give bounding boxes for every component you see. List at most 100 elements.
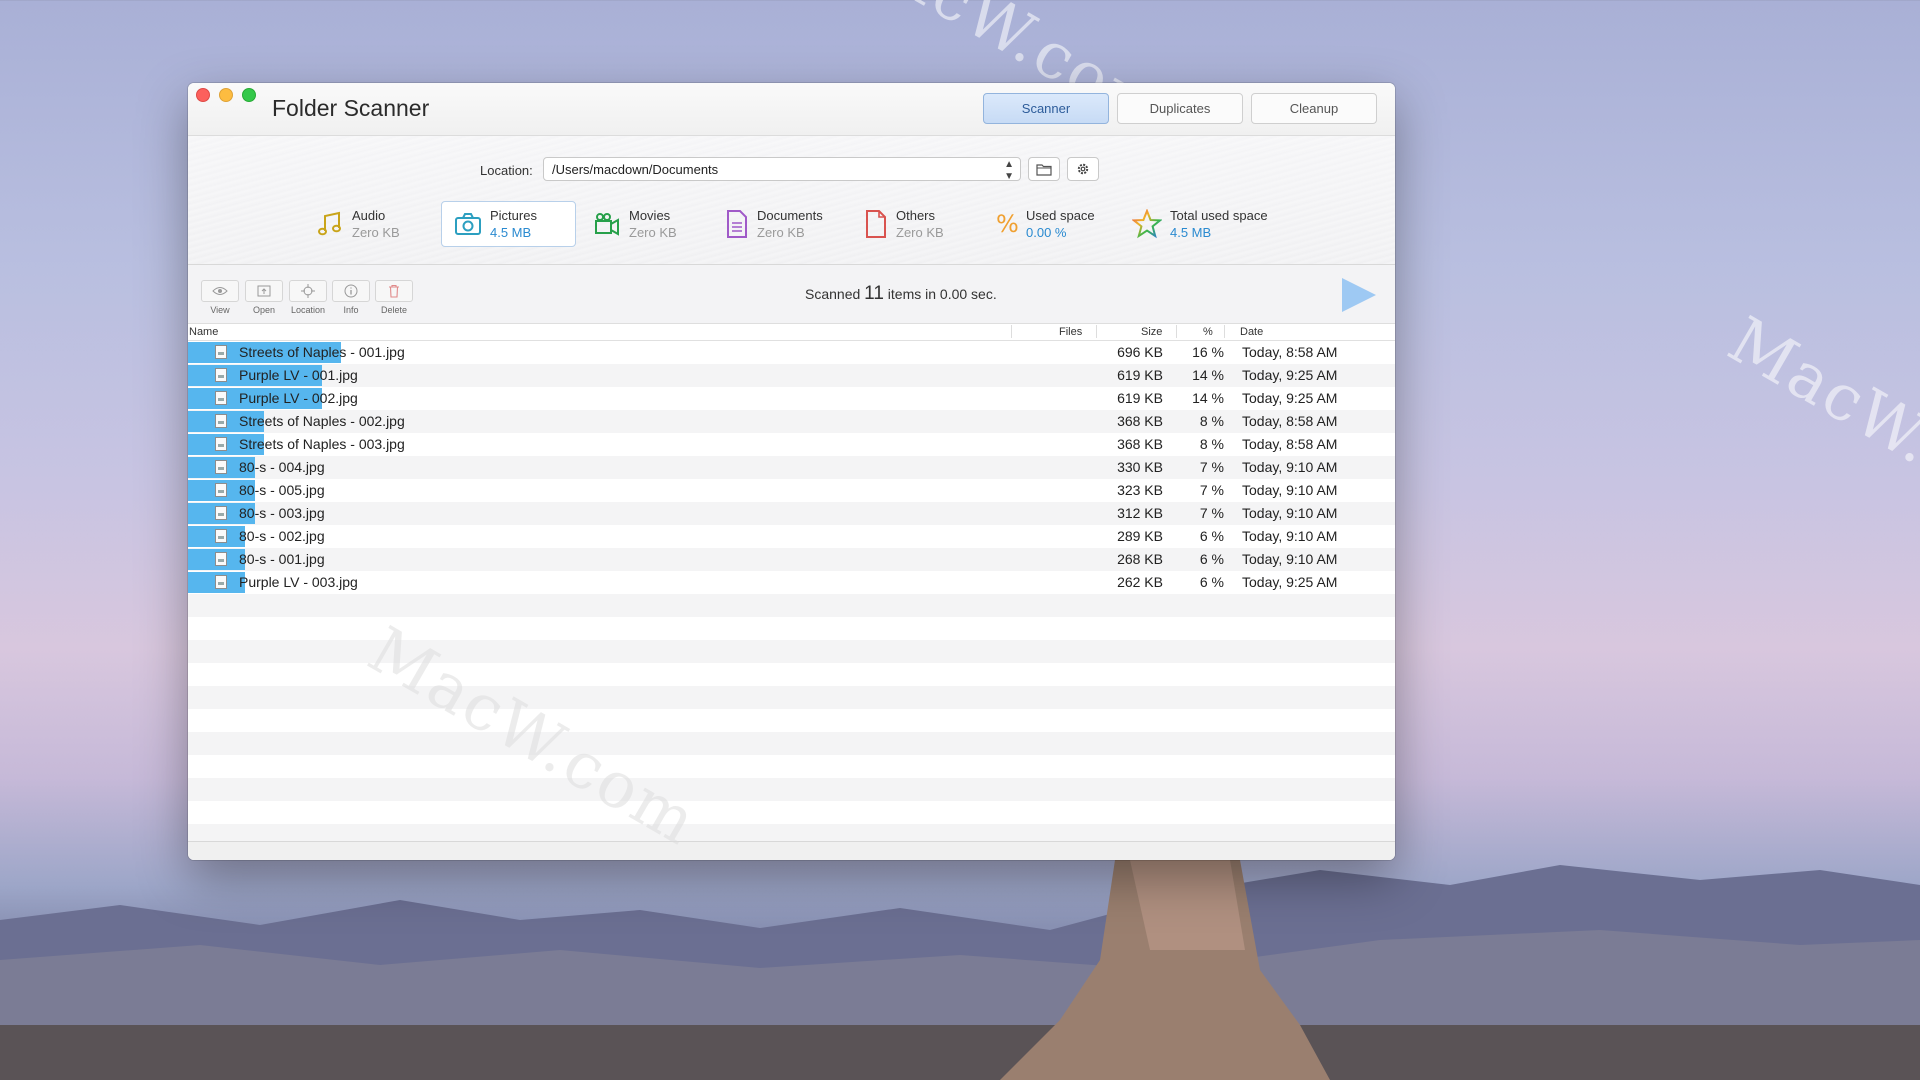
file-size: 262 KB <box>1117 574 1163 590</box>
minimize-button[interactable] <box>219 88 233 102</box>
info-button[interactable]: Info <box>331 280 371 315</box>
file-size: 323 KB <box>1117 482 1163 498</box>
file-percent: 6 % <box>1199 574 1224 590</box>
document-icon <box>727 210 747 238</box>
category-documents[interactable]: Documents Zero KB <box>725 201 845 247</box>
delete-button[interactable]: Delete <box>374 280 414 315</box>
table-header: Name Files Size % Date <box>188 324 1395 341</box>
table-row[interactable]: Streets of Naples - 001.jpg 696 KB 16 % Tod… <box>188 341 1395 364</box>
image-file-icon <box>215 437 227 451</box>
file-date: Today, 8:58 AM <box>1242 344 1338 360</box>
file-name: Streets of Naples - 001.jpg <box>239 344 405 360</box>
table-row[interactable]: Streets of Naples - 002.jpg 368 KB 8 % Toda… <box>188 410 1395 433</box>
table-row[interactable]: Streets of Naples - 003.jpg 368 KB 8 % Toda… <box>188 433 1395 456</box>
tab-cleanup[interactable]: Cleanup <box>1251 93 1377 124</box>
file-name: 80-s - 002.jpg <box>239 528 325 544</box>
image-file-icon <box>215 391 227 405</box>
tab-duplicates[interactable]: Duplicates <box>1117 93 1243 124</box>
file-size: 619 KB <box>1117 367 1163 383</box>
play-scan-icon[interactable] <box>1338 275 1378 315</box>
file-percent: 8 % <box>1199 436 1224 452</box>
file-name: Streets of Naples - 002.jpg <box>239 413 405 429</box>
file-name: Purple LV - 003.jpg <box>239 574 358 590</box>
view-button[interactable]: View <box>200 280 240 315</box>
column-date[interactable]: Date <box>1240 326 1263 338</box>
table-row[interactable]: 80-s - 003.jpg 312 KB 7 % Today, 9:10 AM <box>188 502 1395 525</box>
file-name: 80-s - 004.jpg <box>239 459 325 475</box>
table-row[interactable]: Purple LV - 003.jpg 262 KB 6 % Today, 9:25 … <box>188 571 1395 594</box>
image-file-icon <box>215 506 227 520</box>
column-percent[interactable]: % <box>1203 326 1213 338</box>
table-row[interactable]: 80-s - 004.jpg 330 KB 7 % Today, 9:10 AM <box>188 456 1395 479</box>
location-button[interactable]: Location <box>288 280 328 315</box>
file-name: 80-s - 003.jpg <box>239 505 325 521</box>
file-size: 330 KB <box>1117 459 1163 475</box>
zoom-button[interactable] <box>242 88 256 102</box>
settings-button[interactable] <box>1067 157 1099 181</box>
tab-scanner[interactable]: Scanner <box>983 93 1109 124</box>
category-name: Audio <box>352 208 386 223</box>
category-others[interactable]: Others Zero KB <box>864 201 964 247</box>
file-size: 619 KB <box>1117 390 1163 406</box>
column-divider <box>1224 325 1225 338</box>
browse-folder-button[interactable] <box>1028 157 1060 181</box>
scan-status: Scanned 11 items in 0.00 sec. <box>805 283 997 305</box>
location-select[interactable]: /Users/macdown/Documents ▲ ▼ <box>543 157 1021 182</box>
category-value: Zero KB <box>896 225 944 240</box>
category-movies[interactable]: Movies Zero KB <box>593 201 693 247</box>
column-divider <box>1096 325 1097 338</box>
location-label-tool: Location <box>290 305 326 315</box>
file-date: Today, 9:10 AM <box>1242 482 1338 498</box>
file-percent: 7 % <box>1199 459 1224 475</box>
eye-icon <box>212 287 228 295</box>
empty-row <box>188 801 1395 824</box>
location-path: /Users/macdown/Documents <box>552 162 719 177</box>
table-row[interactable]: 80-s - 001.jpg 268 KB 6 % Today, 9:10 AM <box>188 548 1395 571</box>
category-pictures[interactable]: Pictures 4.5 MB <box>441 201 576 247</box>
crosshair-icon <box>301 284 315 298</box>
category-name: Pictures <box>490 208 537 223</box>
file-name: Streets of Naples - 003.jpg <box>239 436 405 452</box>
svg-text:%: % <box>996 210 1018 238</box>
video-camera-icon <box>595 213 619 236</box>
file-percent: 8 % <box>1199 413 1224 429</box>
window-title: Folder Scanner <box>272 95 430 121</box>
image-file-icon <box>215 483 227 497</box>
table-row[interactable]: Purple LV - 002.jpg 619 KB 14 % Today, 9:25… <box>188 387 1395 410</box>
table-row[interactable]: 80-s - 005.jpg 323 KB 7 % Today, 9:10 AM <box>188 479 1395 502</box>
column-files[interactable]: Files <box>1059 326 1082 338</box>
category-name: Used space <box>1026 208 1095 223</box>
column-divider <box>1176 325 1177 338</box>
table-row[interactable]: Purple LV - 001.jpg 619 KB 14 % Today, 9:25… <box>188 364 1395 387</box>
open-button[interactable]: Open <box>244 280 284 315</box>
open-icon <box>257 285 271 297</box>
window-controls <box>196 88 256 102</box>
delete-label: Delete <box>380 305 407 315</box>
file-size: 312 KB <box>1117 505 1163 521</box>
category-audio[interactable]: Audio Zero KB <box>316 201 416 247</box>
column-name[interactable]: Name <box>189 326 218 338</box>
file-name: Purple LV - 002.jpg <box>239 390 358 406</box>
file-size: 289 KB <box>1117 528 1163 544</box>
empty-row <box>188 755 1395 778</box>
close-button[interactable] <box>196 88 210 102</box>
file-date: Today, 9:25 AM <box>1242 367 1338 383</box>
empty-row <box>188 640 1395 663</box>
column-size[interactable]: Size <box>1141 326 1162 338</box>
file-icon <box>866 210 886 238</box>
file-name: 80-s - 005.jpg <box>239 482 325 498</box>
empty-row <box>188 617 1395 640</box>
status-prefix: Scanned <box>805 286 861 302</box>
category-value: Zero KB <box>757 225 805 240</box>
table-row[interactable]: 80-s - 002.jpg 289 KB 6 % Today, 9:10 AM <box>188 525 1395 548</box>
category-name: Movies <box>629 208 671 223</box>
watermark-right: MacW.com <box>1715 303 1920 551</box>
file-date: Today, 8:58 AM <box>1242 436 1338 452</box>
file-list: Streets of Naples - 001.jpg 696 KB 16 % Tod… <box>188 341 1395 847</box>
category-value: 4.5 MB <box>490 225 532 240</box>
category-total-used-space: Total used space 4.5 MB <box>1132 201 1282 247</box>
file-size: 268 KB <box>1117 551 1163 567</box>
status-count: 11 <box>864 283 884 304</box>
file-name: Purple LV - 001.jpg <box>239 367 358 383</box>
empty-row <box>188 594 1395 617</box>
